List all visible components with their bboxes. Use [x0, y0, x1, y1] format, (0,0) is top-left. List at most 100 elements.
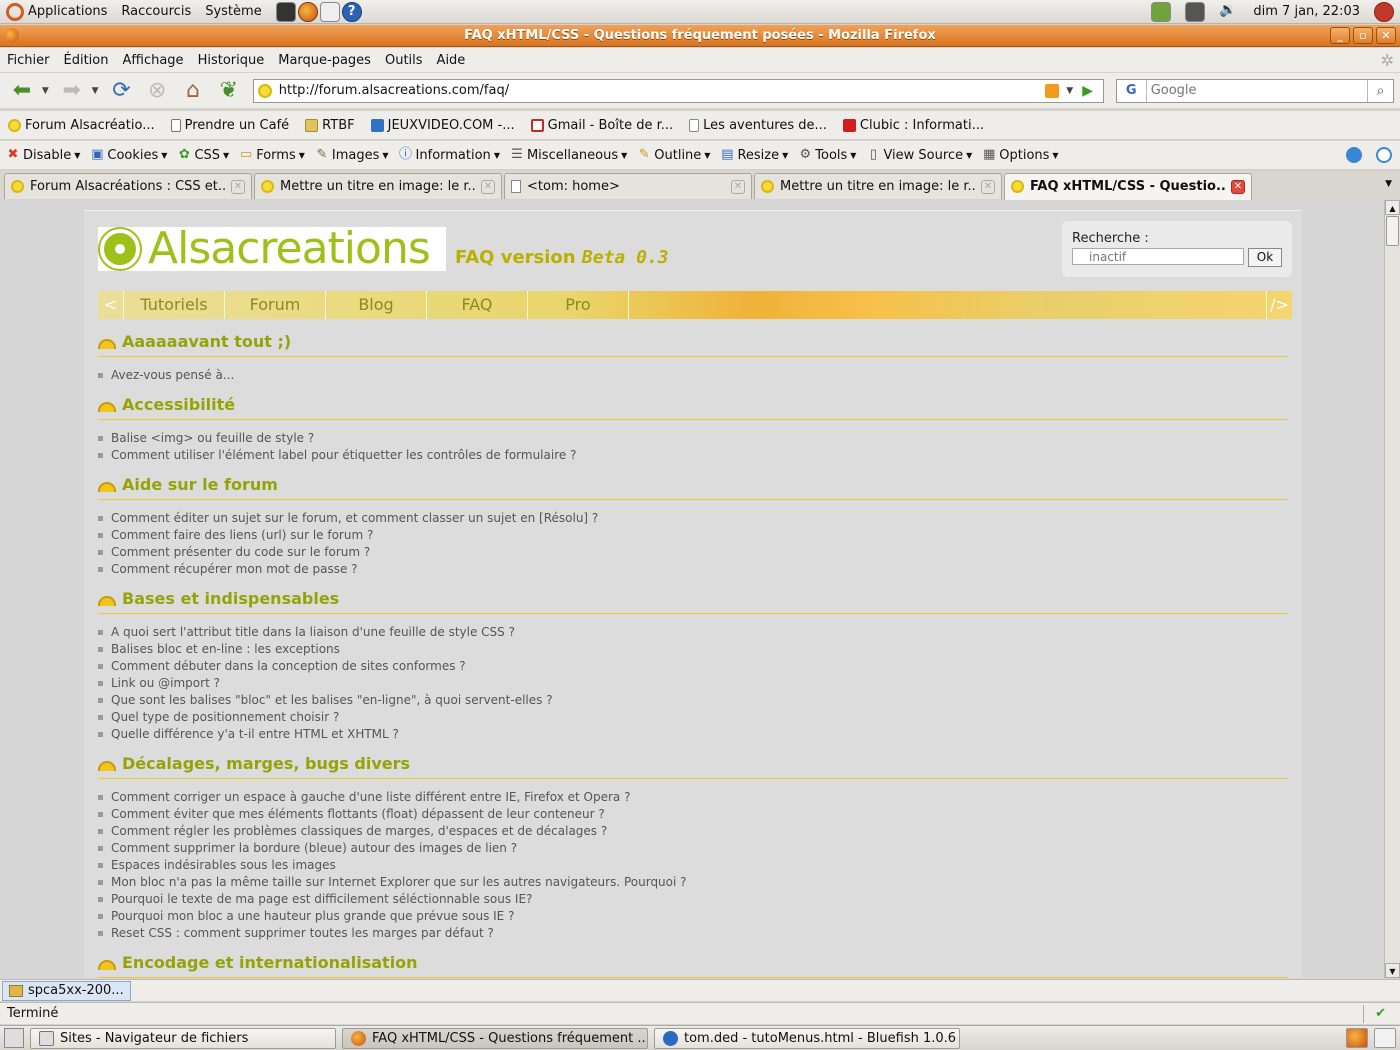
faq-question-link[interactable]: Comment supprimer la bordure (bleue) aut…	[98, 840, 1288, 857]
faq-question-link[interactable]: Comment faire des liens (url) sur le for…	[98, 527, 1288, 544]
show-desktop-button[interactable]	[4, 1028, 24, 1048]
search-engine-selector[interactable]: G	[1117, 79, 1147, 102]
forward-button[interactable]: ➡	[56, 76, 88, 106]
tab-tom-home[interactable]: <tom: home> ✕	[504, 173, 752, 199]
firefox-tray-icon[interactable]	[1346, 1028, 1368, 1048]
faq-question-link[interactable]: Espaces indésirables sous les images	[98, 857, 1288, 874]
dev-tools-menu[interactable]: ⚙ Tools ▼	[798, 148, 856, 163]
firefox-window-icon[interactable]	[4, 28, 19, 43]
scroll-thumb[interactable]	[1386, 216, 1399, 246]
bookmark-gmail[interactable]: Gmail - Boîte de r...	[530, 118, 673, 133]
firefox-launcher-icon[interactable]	[297, 1, 318, 22]
nav-next-button[interactable]: />	[1266, 291, 1292, 319]
bookmark-prendre-un-cafe[interactable]: Prendre un Café	[170, 118, 289, 133]
menu-marque-pages[interactable]: Marque-pages	[278, 53, 371, 68]
faq-question-link[interactable]: Mon bloc n'a pas la même taille sur Inte…	[98, 874, 1288, 891]
faq-question-link[interactable]: Comment utiliser l'élément label pour ét…	[98, 447, 1288, 464]
bookmark-forum-alsacreations[interactable]: Forum Alsacréatio...	[8, 118, 155, 133]
faq-question-link[interactable]: Reset CSS : comment supprimer toutes les…	[98, 925, 1288, 942]
tab-forum-alsacreations[interactable]: Forum Alsacréations : CSS et... ✕	[4, 173, 252, 199]
scroll-up-icon[interactable]: ▲	[1385, 200, 1400, 215]
nav-prev-button[interactable]: <	[98, 291, 124, 319]
dev-view-source-menu[interactable]: ▯ View Source ▼	[866, 148, 972, 163]
back-history-dropdown[interactable]: ▼	[42, 86, 52, 96]
dev-cookies-menu[interactable]: ▣ Cookies ▼	[90, 148, 167, 163]
nav-blog[interactable]: Blog	[326, 291, 427, 319]
faq-question-link[interactable]: Que sont les balises "bloc" et les balis…	[98, 692, 1288, 709]
maximize-button[interactable]: ▫	[1353, 27, 1373, 44]
validation-check-icon[interactable]	[1346, 147, 1362, 163]
ubuntu-logo-icon[interactable]	[6, 2, 24, 21]
applications-menu[interactable]: Applications	[28, 4, 107, 19]
back-button[interactable]: ⬅	[6, 76, 38, 106]
rss-feed-icon[interactable]	[1044, 83, 1059, 98]
web-search-box[interactable]: G ⌕	[1115, 78, 1395, 103]
system-menu[interactable]: Système	[205, 4, 261, 19]
url-history-dropdown[interactable]: ▼	[1063, 86, 1077, 96]
window-titlebar[interactable]: FAQ xHTML/CSS - Questions fréquement pos…	[0, 25, 1400, 47]
bookmark-rtbf[interactable]: RTBF	[305, 118, 355, 133]
faq-question-link[interactable]: Link ou @import ?	[98, 675, 1288, 692]
task-bluefish[interactable]: tom.ded - tutoMenus.html - Bluefish 1.0.…	[654, 1027, 960, 1049]
faq-question-link[interactable]: Avez-vous pensé à...	[98, 367, 1288, 384]
vertical-scrollbar[interactable]: ▲ ▼	[1384, 200, 1400, 978]
faq-question-link[interactable]: Pourquoi le texte de ma page est diffici…	[98, 891, 1288, 908]
trash-icon[interactable]	[1374, 1028, 1396, 1048]
validator-ok-icon[interactable]: ✔	[1375, 1006, 1386, 1021]
url-bar[interactable]: ▼ ▶	[252, 78, 1104, 103]
tab-mettre-un-titre-2[interactable]: Mettre un titre en image: le r... ✕	[754, 173, 1002, 199]
menu-edition[interactable]: Édition	[64, 53, 109, 68]
faq-question-link[interactable]: Quel type de positionnement choisir ?	[98, 709, 1288, 726]
bookmark-les-aventures[interactable]: Les aventures de...	[689, 118, 827, 133]
web-search-input[interactable]	[1146, 83, 1368, 98]
list-all-tabs-icon[interactable]: ▼	[1385, 179, 1392, 189]
dev-images-menu[interactable]: ✎ Images ▼	[315, 148, 388, 163]
faq-question-link[interactable]: Balise <img> ou feuille de style ?	[98, 430, 1288, 447]
search-ok-button[interactable]: Ok	[1248, 248, 1282, 267]
faq-question-link[interactable]: Comment débuter dans la conception de si…	[98, 658, 1288, 675]
bookmark-clubic[interactable]: Clubic : Informati...	[842, 118, 984, 133]
dev-forms-menu[interactable]: ▭ Forms ▼	[239, 148, 305, 163]
scroll-down-icon[interactable]: ▼	[1385, 963, 1400, 978]
terminal-launcher-icon[interactable]	[275, 1, 296, 22]
bookmark-jeuxvideo[interactable]: JEUXVIDEO.COM -...	[370, 118, 515, 133]
dev-disable-menu[interactable]: ✖ Disable ▼	[6, 148, 81, 163]
nav-forum[interactable]: Forum	[225, 291, 326, 319]
nav-tutoriels[interactable]: Tutoriels	[124, 291, 225, 319]
mail-launcher-icon[interactable]	[319, 1, 340, 22]
stop-button[interactable]: ⊗	[141, 76, 173, 106]
faq-question-link[interactable]: Comment éditer un sujet sur le forum, et…	[98, 510, 1288, 527]
home-button[interactable]: ⌂	[177, 76, 209, 106]
go-arrow-icon[interactable]: ▶	[1077, 83, 1099, 99]
dev-outline-menu[interactable]: ✎ Outline ▼	[637, 148, 711, 163]
close-tab-icon[interactable]: ✕	[1231, 179, 1245, 194]
task-firefox[interactable]: FAQ xHTML/CSS - Questions fréquement ...	[342, 1027, 648, 1049]
close-window-button[interactable]: ✕	[1376, 27, 1396, 44]
tab-mettre-un-titre-1[interactable]: Mettre un titre en image: le r... ✕	[254, 173, 502, 199]
menu-historique[interactable]: Historique	[198, 53, 265, 68]
dev-resize-menu[interactable]: ▤ Resize ▼	[720, 148, 788, 163]
dev-information-menu[interactable]: ⓘ Information ▼	[399, 148, 500, 163]
clock[interactable]: dim 7 jan, 22:03	[1253, 4, 1360, 19]
close-tab-icon[interactable]: ✕	[481, 179, 495, 194]
nav-faq[interactable]: FAQ	[427, 291, 528, 319]
menu-aide[interactable]: Aide	[437, 53, 466, 68]
close-tab-icon[interactable]: ✕	[731, 179, 745, 194]
menu-fichier[interactable]: Fichier	[7, 53, 50, 68]
faq-question-link[interactable]: Comment corriger un espace à gauche d'un…	[98, 789, 1288, 806]
site-search-input[interactable]	[1072, 248, 1244, 265]
faq-question-link[interactable]: Comment récupérer mon mot de passe ?	[98, 561, 1288, 578]
dev-options-menu[interactable]: ▦ Options ▼	[982, 148, 1058, 163]
power-icon[interactable]	[1374, 1, 1394, 22]
close-tab-icon[interactable]: ✕	[231, 179, 245, 194]
close-tab-icon[interactable]: ✕	[981, 179, 995, 194]
faq-question-link[interactable]: Comment régler les problèmes classiques …	[98, 823, 1288, 840]
battery-icon[interactable]	[1151, 1, 1172, 22]
faq-question-link[interactable]: Comment éviter que mes éléments flottant…	[98, 806, 1288, 823]
info-icon[interactable]	[1376, 147, 1392, 163]
search-icon[interactable]: ⌕	[1367, 79, 1393, 102]
dev-css-menu[interactable]: ✿ CSS ▼	[177, 148, 229, 163]
shortcuts-menu[interactable]: Raccourcis	[121, 4, 191, 19]
faq-question-link[interactable]: Quelle différence y'a t-il entre HTML et…	[98, 726, 1288, 743]
tab-faq-xhtml-css[interactable]: FAQ xHTML/CSS - Questio... ✕	[1004, 172, 1252, 200]
